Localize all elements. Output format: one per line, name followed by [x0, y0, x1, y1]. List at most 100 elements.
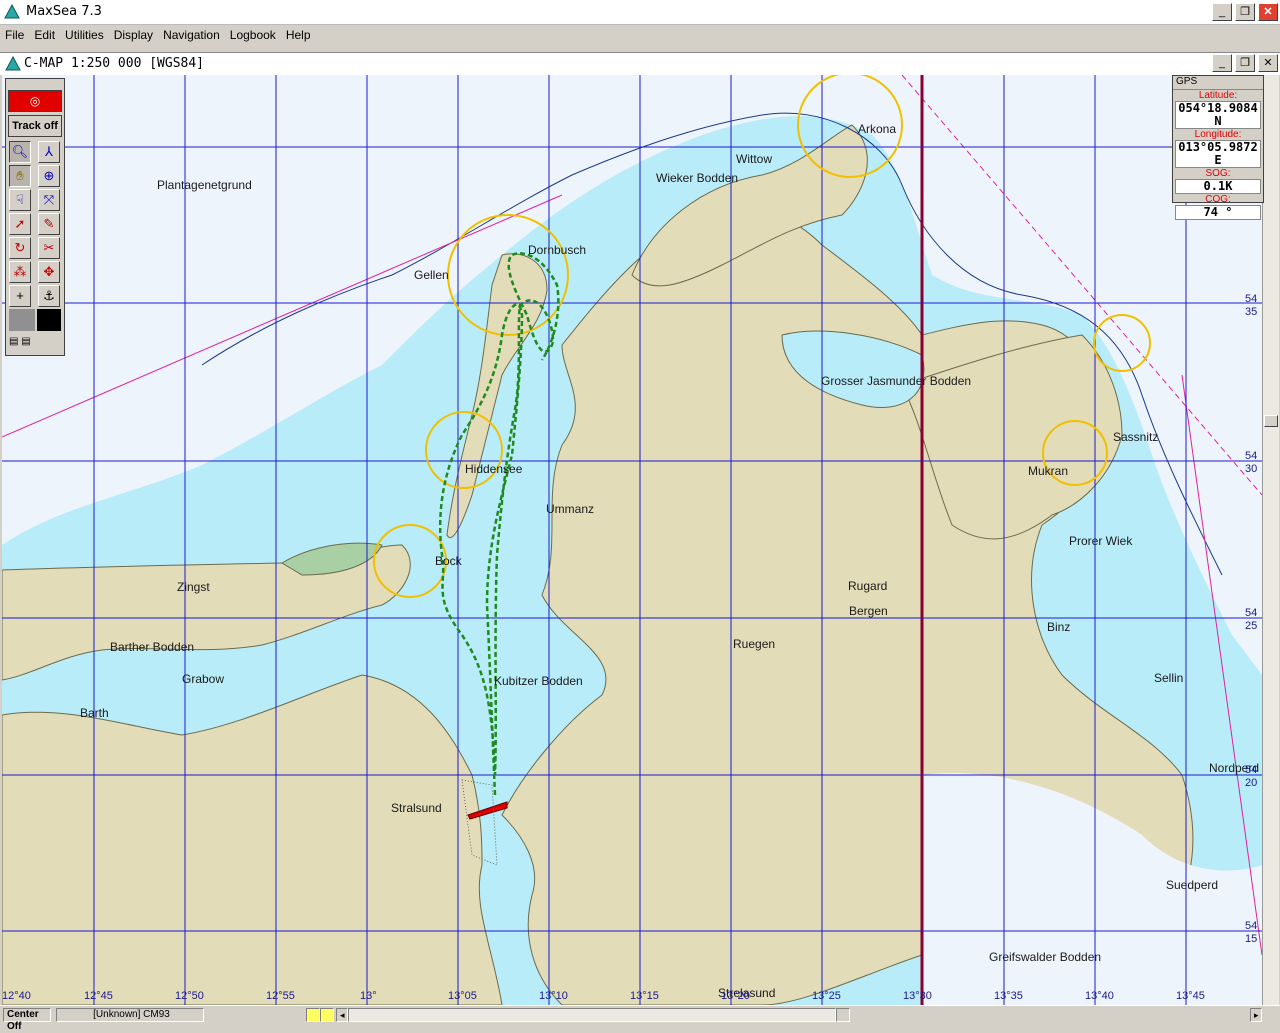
- menu-display[interactable]: Display: [109, 25, 158, 42]
- maximize-button[interactable]: ❐: [1235, 3, 1255, 21]
- nautical-chart[interactable]: Plantagenetgrund Wittow Wieker Bodden Ar…: [2, 75, 1262, 1005]
- chart-info: [Unknown] CM93: [56, 1008, 204, 1022]
- sog-label: SOG:: [1205, 168, 1231, 179]
- place-label: Ummanz: [546, 502, 595, 516]
- move-tool-button[interactable]: ✥: [38, 261, 60, 283]
- latitude-minute-label: 15: [1245, 933, 1258, 945]
- hand-outline-icon: ☟: [16, 192, 24, 207]
- gps-header: GPS: [1173, 76, 1263, 90]
- anchor-tool-button[interactable]: ⚓︎: [38, 285, 60, 307]
- dividers-icon: ⅄: [45, 144, 53, 159]
- place-label: Prorer Wiek: [1069, 534, 1133, 548]
- scroll-left-icon[interactable]: ◂: [336, 1008, 348, 1022]
- place-label: Ruegen: [733, 637, 776, 651]
- latitude-value: 054°18.9084 N: [1175, 101, 1261, 129]
- place-label: Grosser Jasmunder Bodden: [821, 374, 972, 388]
- place-label: Sassnitz: [1113, 430, 1159, 444]
- rotate-icon: ↻: [14, 240, 26, 255]
- menu-bar: File Edit Utilities Display Navigation Logboo…: [0, 25, 1280, 45]
- chart-close-button[interactable]: ✕: [1258, 54, 1278, 72]
- place-label: Wittow: [736, 152, 772, 166]
- place-label: Plantagenetgrund: [157, 178, 252, 192]
- rotate-tool-button[interactable]: ↻: [9, 237, 31, 259]
- crosshair-circle-icon: ⊕: [43, 168, 55, 183]
- cut-tool-button[interactable]: ✂: [38, 237, 60, 259]
- longitude-label: 13°40: [1085, 990, 1114, 1002]
- magnifier-icon: 🔍︎: [11, 144, 29, 159]
- place-label: Gellen: [414, 268, 449, 282]
- place-label: Kubitzer Bodden: [494, 674, 583, 688]
- layers-icon: ▤ ▤: [9, 336, 31, 347]
- place-label: Bock: [435, 554, 462, 568]
- latitude-degree-label: 54: [1245, 764, 1258, 776]
- longitude-label: 13°20: [721, 990, 750, 1002]
- zoom-tool-button[interactable]: 🔍︎: [9, 141, 31, 163]
- longitude-label: 13°30: [903, 990, 932, 1002]
- cog-label: COG:: [1205, 194, 1231, 205]
- pencil-toggle[interactable]: [320, 1008, 334, 1022]
- longitude-label: 13°45: [1176, 990, 1205, 1002]
- app-icon: [4, 4, 20, 19]
- hand-icon: ✋︎: [16, 168, 24, 183]
- chart-vertical-scrollbar[interactable]: [1262, 75, 1279, 1005]
- longitude-label: 12°50: [175, 990, 204, 1002]
- pan-tool-button[interactable]: ✋︎: [9, 165, 31, 187]
- menu-edit[interactable]: Edit: [29, 25, 60, 42]
- place-label: Arkona: [858, 122, 897, 136]
- record-button[interactable]: ◎: [8, 90, 62, 112]
- menu-logbook[interactable]: Logbook: [225, 25, 281, 42]
- horizontal-scroll-thumb[interactable]: [836, 1008, 850, 1022]
- latitude-minute-label: 20: [1245, 777, 1258, 789]
- menu-file[interactable]: File: [0, 25, 29, 42]
- place-label: Zingst: [177, 580, 210, 594]
- place-label: Grabow: [182, 672, 225, 686]
- tool-palette: ◎ Track off 🔍︎ ⅄ ✋︎ ⊕ ☟ ⤧ ➚ ✎ ↻ ✂ ⁂ ✥ + …: [5, 78, 65, 356]
- chart-title: C-MAP 1:250 000 [WGS84]: [24, 56, 205, 71]
- menu-navigation[interactable]: Navigation: [158, 25, 225, 42]
- place-label: Hiddensee: [465, 462, 523, 476]
- cross-tool-button[interactable]: +: [9, 285, 31, 307]
- place-label: Barth: [80, 706, 109, 720]
- draw-tool-button[interactable]: ✎: [38, 213, 60, 235]
- center-off-button[interactable]: Center Off: [3, 1008, 51, 1032]
- place-label: Mukran: [1028, 464, 1069, 478]
- longitude-label: 13°35: [994, 990, 1023, 1002]
- latitude-minute-label: 35: [1245, 306, 1258, 318]
- place-label: Rugard: [848, 579, 888, 593]
- track-toggle-button[interactable]: Track off: [8, 115, 62, 137]
- window-title: MaxSea 7.3: [26, 4, 102, 19]
- gps-panel: GPS Latitude: 054°18.9084 N Longitude: 0…: [1172, 75, 1264, 220]
- layer-toggle[interactable]: [306, 1008, 320, 1022]
- menu-help[interactable]: Help: [281, 25, 316, 42]
- center-tool-button[interactable]: ⊕: [38, 165, 60, 187]
- place-label: Wieker Bodden: [656, 171, 739, 185]
- place-label: Greifswalder Bodden: [989, 950, 1102, 964]
- waypoints-icon: ⁂: [13, 264, 27, 279]
- place-label: Dornbusch: [528, 243, 587, 257]
- compass-tool-button[interactable]: ⅄: [38, 141, 60, 163]
- chart-maximize-button[interactable]: ❐: [1235, 54, 1255, 72]
- sog-value: 0.1K: [1175, 179, 1261, 194]
- chart-minimize-button[interactable]: _: [1212, 54, 1232, 72]
- longitude-label: 13°05: [448, 990, 477, 1002]
- longitude-value: 013°05.9872 E: [1175, 140, 1261, 168]
- waypoints-tool-button[interactable]: ⁂: [9, 261, 31, 283]
- drag-tool-button[interactable]: ☟: [9, 189, 31, 211]
- status-bar: Center Off [Unknown] CM93 ◂ ▸: [0, 1005, 1280, 1032]
- cog-value: 74 °: [1175, 205, 1261, 220]
- horizontal-scrollbar[interactable]: [348, 1008, 836, 1022]
- select-tool-button[interactable]: ➚: [9, 213, 31, 235]
- color-swatch-black[interactable]: [37, 309, 61, 331]
- color-swatch-gray[interactable]: [9, 309, 35, 331]
- longitude-label: 12°40: [2, 990, 31, 1002]
- menu-utilities[interactable]: Utilities: [60, 25, 109, 42]
- place-label: Bergen: [849, 604, 888, 618]
- scroll-thumb[interactable]: [1264, 415, 1278, 427]
- minimize-button[interactable]: _: [1212, 3, 1232, 21]
- scissors-icon: ✂: [43, 240, 55, 255]
- close-button[interactable]: ✕: [1258, 3, 1278, 21]
- scroll-right-icon[interactable]: ▸: [1250, 1008, 1262, 1022]
- layers-toggle[interactable]: ▤ ▤: [9, 333, 61, 351]
- scale-tool-button[interactable]: ⤧: [38, 189, 60, 211]
- chart-window-title-bar: C-MAP 1:250 000 [WGS84] _ ❐ ✕: [0, 52, 1280, 75]
